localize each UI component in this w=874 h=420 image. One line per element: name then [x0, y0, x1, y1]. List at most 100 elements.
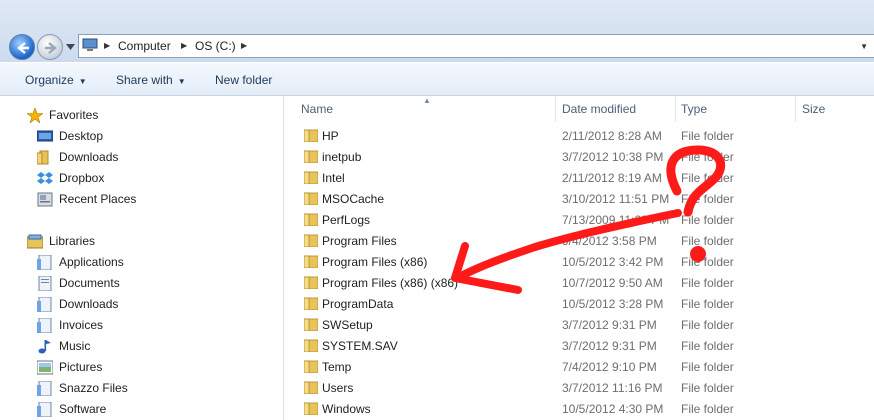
file-date-modified: 10/5/2012 3:28 PM — [562, 297, 664, 311]
recent-pages-dropdown-icon[interactable] — [66, 44, 75, 50]
breadcrumb-os-drive[interactable]: OS (C:) — [195, 39, 236, 53]
file-type: File folder — [681, 171, 734, 185]
file-date-modified: 3/10/2012 11:51 PM — [562, 192, 670, 206]
music-note-icon — [38, 340, 51, 354]
file-row[interactable]: Temp 7/4/2012 9:10 PM File folder — [284, 357, 874, 378]
file-row[interactable]: SWSetup 3/7/2012 9:31 PM File folder — [284, 315, 874, 336]
file-row[interactable]: Windows 10/5/2012 4:30 PM File folder — [284, 399, 874, 420]
file-type: File folder — [681, 129, 734, 143]
file-date-modified: 2/11/2012 8:28 AM — [562, 129, 662, 143]
column-header-type[interactable]: Type — [681, 102, 707, 116]
dropbox-icon — [37, 172, 53, 184]
folder-icon — [304, 234, 318, 247]
file-row[interactable]: HP 2/11/2012 8:28 AM File folder — [284, 126, 874, 147]
nav-item-label: Documents — [59, 276, 120, 290]
column-header-size[interactable]: Size — [802, 102, 825, 116]
file-name: Program Files (x86) — [322, 255, 428, 269]
library-doc-icon — [37, 297, 52, 312]
nav-item-label: Pictures — [59, 360, 103, 374]
library-doc-icon — [37, 402, 52, 417]
column-header-name[interactable]: Name — [301, 102, 333, 116]
libraries-icon — [27, 234, 43, 249]
file-name: Program Files — [322, 234, 397, 248]
new-folder-button[interactable]: New folder — [215, 73, 272, 87]
library-doc-icon — [37, 255, 52, 270]
address-history-dropdown-icon[interactable]: ▼ — [860, 42, 868, 51]
breadcrumb-separator-icon[interactable]: ▶ — [104, 41, 110, 50]
folder-icon — [304, 339, 318, 352]
computer-icon — [82, 38, 98, 51]
back-button[interactable] — [9, 34, 35, 60]
command-toolbar: Organize ▼ Share with ▼ New folder — [0, 62, 874, 96]
file-row[interactable]: inetpub 3/7/2012 10:38 PM File folder — [284, 147, 874, 168]
nav-item-label: Desktop — [59, 129, 104, 143]
file-name: Program Files (x86) (x86) — [322, 276, 459, 290]
file-type: File folder — [681, 234, 734, 248]
organize-button[interactable]: Organize ▼ — [25, 73, 87, 87]
file-date-modified: 10/5/2012 3:42 PM — [562, 255, 664, 269]
sort-ascending-icon: ▲ — [423, 96, 431, 105]
nav-item-label: Downloads — [59, 297, 119, 311]
folder-icon — [304, 171, 318, 184]
file-date-modified: 3/7/2012 10:38 PM — [562, 150, 664, 164]
file-type: File folder — [681, 360, 734, 374]
share-with-label: Share with — [116, 73, 173, 87]
breadcrumb-computer[interactable]: Computer — [118, 39, 171, 53]
chevron-down-icon: ▼ — [177, 77, 186, 86]
nav-item-label: Applications — [59, 255, 124, 269]
nav-favorites-label: Favorites — [49, 108, 99, 122]
column-divider[interactable] — [795, 96, 796, 122]
file-row[interactable]: Program Files (x86) 10/5/2012 3:42 PM File… — [284, 252, 874, 273]
file-row[interactable]: Program Files 9/4/2012 3:58 PM File folder — [284, 231, 874, 252]
breadcrumb-separator-icon[interactable]: ▶ — [241, 41, 247, 50]
file-date-modified: 7/13/2009 11:20 PM — [562, 213, 670, 227]
address-input[interactable]: ▶ Computer ▶ OS (C:) ▶ ▼ — [78, 34, 874, 58]
file-type: File folder — [681, 213, 734, 227]
file-name: SWSetup — [322, 318, 373, 332]
folder-icon — [304, 360, 318, 373]
file-type: File folder — [681, 318, 734, 332]
file-row[interactable]: Intel 2/11/2012 8:19 AM File folder — [284, 168, 874, 189]
file-type: File folder — [681, 339, 734, 353]
file-date-modified: 10/7/2012 9:50 AM — [562, 276, 663, 290]
file-row[interactable]: PerfLogs 7/13/2009 11:20 PM File folder — [284, 210, 874, 231]
file-type: File folder — [681, 150, 734, 164]
file-row[interactable]: ProgramData 10/5/2012 3:28 PM File folder — [284, 294, 874, 315]
file-type: File folder — [681, 381, 734, 395]
folder-icon — [304, 213, 318, 226]
file-list-pane: ▲ Name Date modified Type Size HP 2/11/20… — [284, 96, 874, 420]
file-row[interactable]: SYSTEM.SAV 3/7/2012 9:31 PM File folder — [284, 336, 874, 357]
star-icon — [27, 108, 43, 123]
nav-item-label: Recent Places — [59, 192, 137, 206]
file-name: SYSTEM.SAV — [322, 339, 398, 353]
back-arrow-icon — [17, 42, 29, 54]
file-row[interactable]: MSOCache 3/10/2012 11:51 PM File folder — [284, 189, 874, 210]
navigation-pane: Favorites Desktop Downloads Dropbox Rece… — [0, 96, 284, 420]
file-type: File folder — [681, 192, 734, 206]
file-name: Windows — [322, 402, 371, 416]
folder-icon — [304, 192, 318, 205]
library-doc-icon — [38, 276, 52, 291]
chevron-down-icon: ▼ — [78, 77, 87, 86]
forward-button[interactable] — [37, 34, 63, 60]
file-date-modified: 3/7/2012 9:31 PM — [562, 318, 657, 332]
folder-icon — [304, 255, 318, 268]
file-row[interactable]: Program Files (x86) (x86) 10/7/2012 9:50 … — [284, 273, 874, 294]
column-header-date-modified[interactable]: Date modified — [562, 102, 636, 116]
recent-places-icon — [37, 192, 53, 207]
nav-item-label: Software — [59, 402, 107, 416]
nav-item-label: Music — [59, 339, 91, 353]
folder-icon — [304, 402, 318, 415]
column-divider[interactable] — [555, 96, 556, 122]
file-row[interactable]: Users 3/7/2012 11:16 PM File folder — [284, 378, 874, 399]
column-divider[interactable] — [675, 96, 676, 122]
breadcrumb-separator-icon[interactable]: ▶ — [181, 41, 187, 50]
share-with-button[interactable]: Share with ▼ — [116, 73, 186, 87]
pictures-icon — [37, 360, 53, 375]
file-name: Temp — [322, 360, 352, 374]
file-date-modified: 7/4/2012 9:10 PM — [562, 360, 657, 374]
folder-icon — [304, 297, 318, 310]
folder-icon — [304, 318, 318, 331]
file-date-modified: 9/4/2012 3:58 PM — [562, 234, 657, 248]
file-date-modified: 3/7/2012 9:31 PM — [562, 339, 657, 353]
